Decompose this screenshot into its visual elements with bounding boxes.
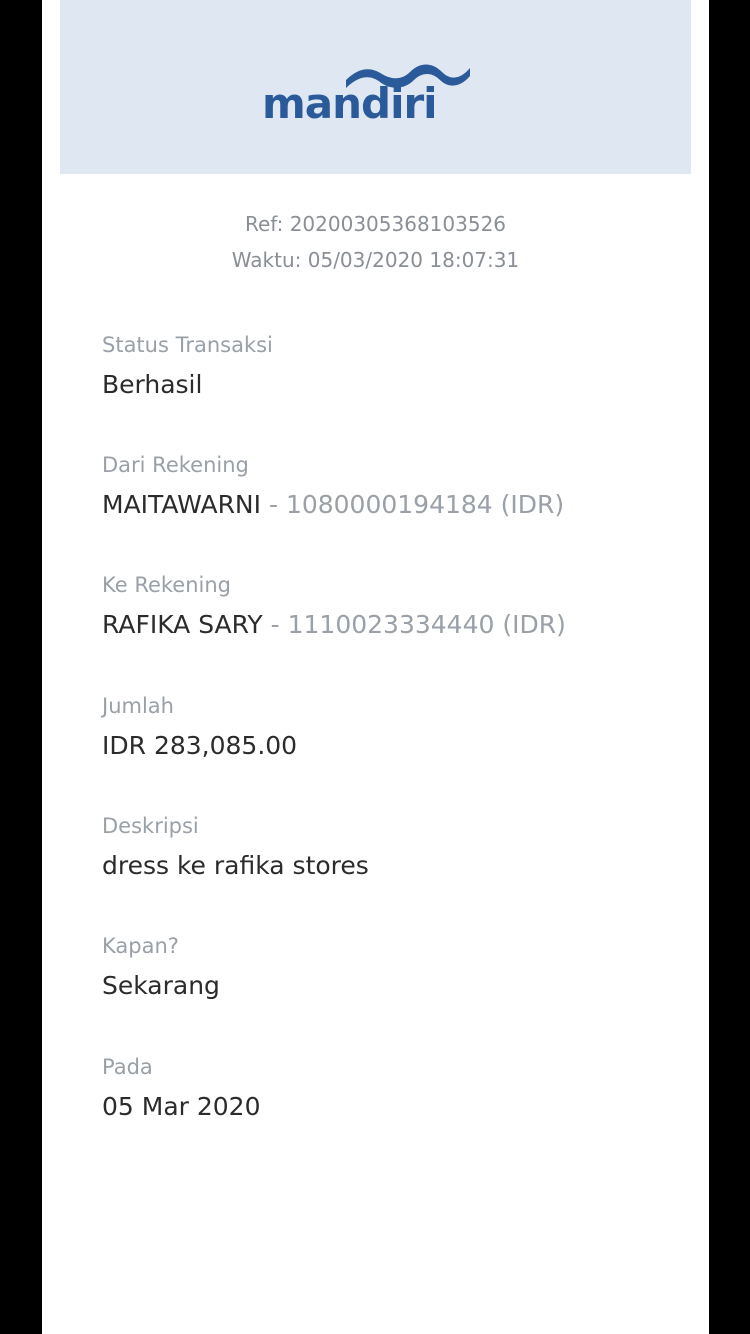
field-from-account: Dari Rekening MAITAWARNI - 1080000194184… xyxy=(102,451,682,521)
field-to-account: Ke Rekening RAFIKA SARY - 1110023334440 … xyxy=(102,571,682,641)
from-account-name: MAITAWARNI xyxy=(102,490,262,519)
reference-number: Ref: 20200305368103526 xyxy=(244,212,507,236)
transaction-receipt: mandiri Ref: 20200305368103526 Waktu: 05… xyxy=(42,0,709,1334)
field-date: Pada 05 Mar 2020 xyxy=(102,1053,682,1123)
when-value: Sekarang xyxy=(102,971,220,1000)
to-account-separator: - xyxy=(262,610,288,639)
field-amount: Jumlah IDR 283,085.00 xyxy=(102,692,682,762)
description-value: dress ke rafika stores xyxy=(102,851,369,880)
phone-frame: mandiri Ref: 20200305368103526 Waktu: 05… xyxy=(0,0,750,1334)
amount-value: IDR 283,085.00 xyxy=(102,731,298,760)
from-account-separator: - xyxy=(261,490,286,519)
to-account-number: 1110023334440 (IDR) xyxy=(287,610,566,639)
from-account-label: Dari Rekening xyxy=(102,453,249,477)
description-label: Deskripsi xyxy=(102,814,199,838)
status-label: Status Transaksi xyxy=(102,333,273,357)
status-value: Berhasil xyxy=(102,370,203,399)
from-account-number: 1080000194184 (IDR) xyxy=(285,490,565,519)
to-account-name: RAFIKA SARY xyxy=(102,610,263,639)
receipt-header: mandiri xyxy=(60,0,691,174)
to-account-value: RAFIKA SARY - 1110023334440 (IDR) xyxy=(102,609,682,641)
field-description: Deskripsi dress ke rafika stores xyxy=(102,812,682,882)
date-label: Pada xyxy=(102,1055,153,1079)
transaction-meta: Ref: 20200305368103526 Waktu: 05/03/2020… xyxy=(42,206,709,278)
field-status: Status Transaksi Berhasil xyxy=(102,331,682,401)
from-account-value: MAITAWARNI - 1080000194184 (IDR) xyxy=(102,489,682,521)
mandiri-wordmark: mandiri xyxy=(262,79,438,128)
amount-label: Jumlah xyxy=(102,694,174,718)
transaction-time: Waktu: 05/03/2020 18:07:31 xyxy=(231,248,520,272)
when-label: Kapan? xyxy=(102,934,179,958)
field-when: Kapan? Sekarang xyxy=(102,932,682,1002)
to-account-label: Ke Rekening xyxy=(102,573,232,597)
mandiri-logo: mandiri xyxy=(262,60,474,130)
date-value: 05 Mar 2020 xyxy=(102,1092,261,1121)
